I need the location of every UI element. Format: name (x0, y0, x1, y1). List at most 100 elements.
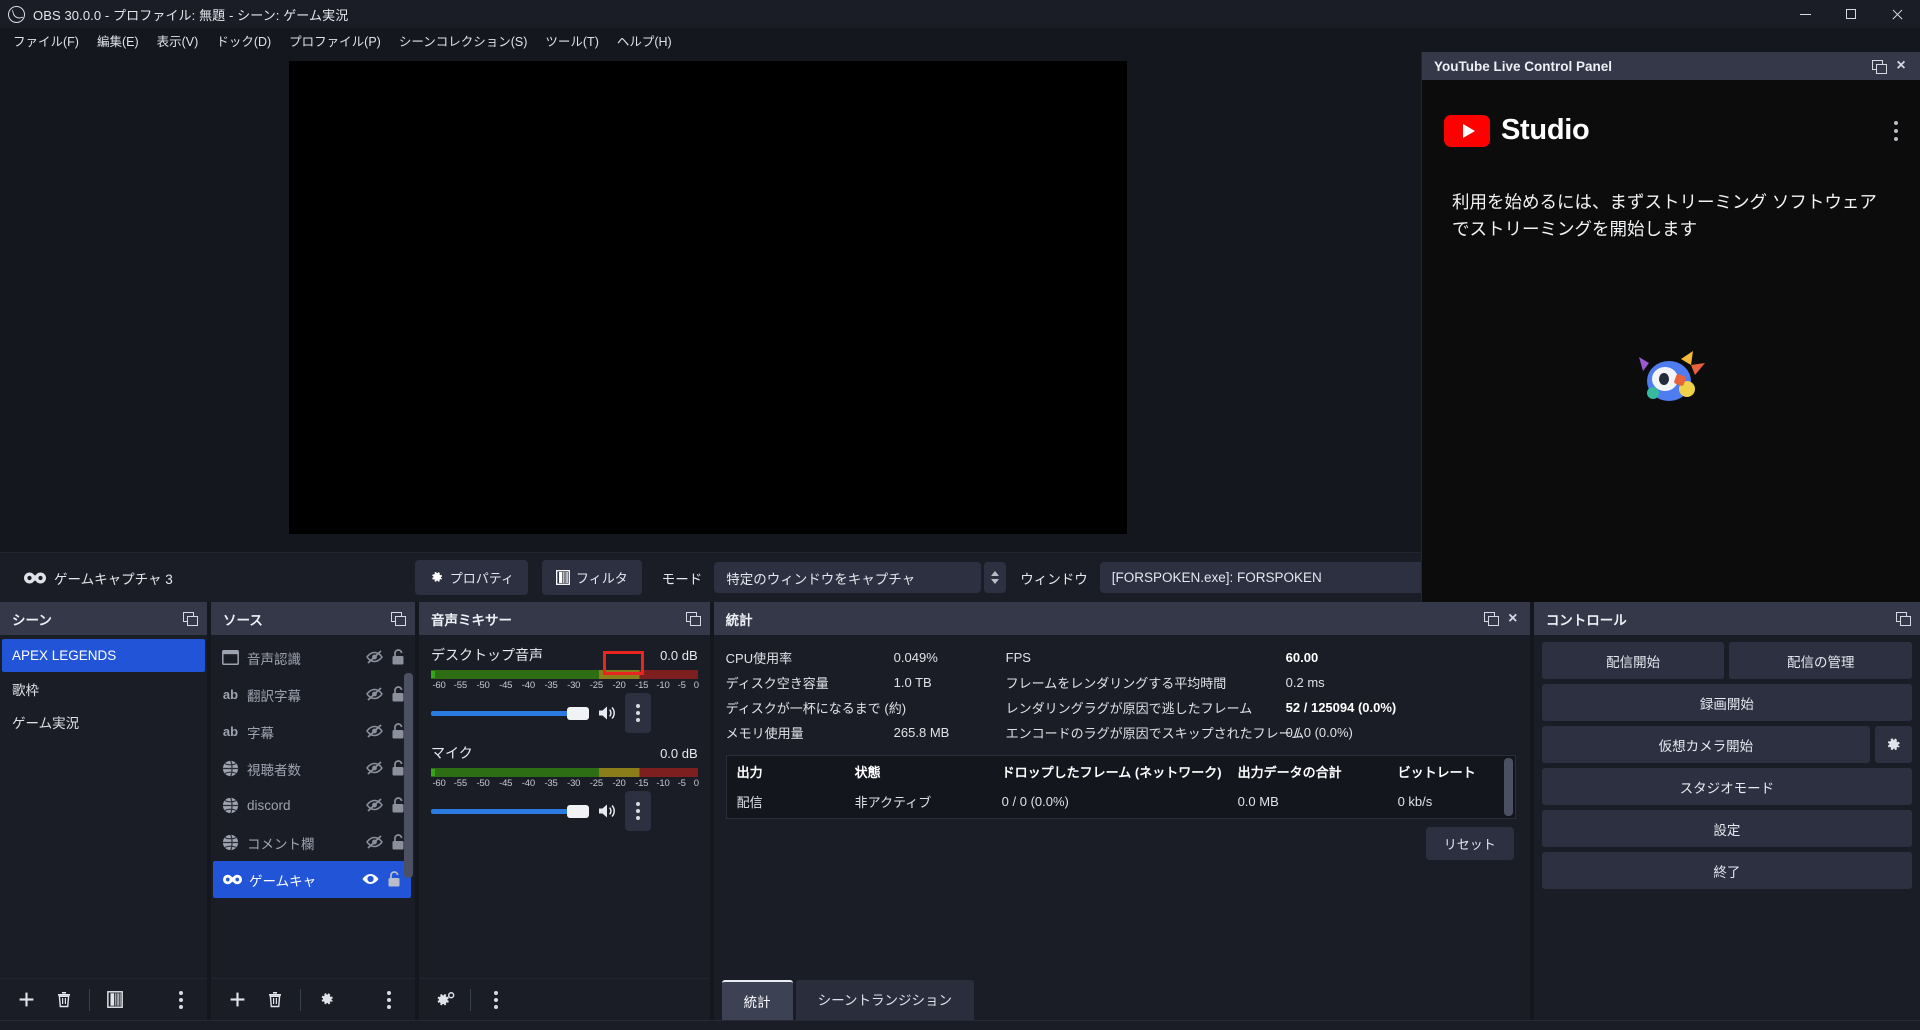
scene-filters-button[interactable] (97, 985, 133, 1015)
properties-button[interactable]: プロパティ (414, 560, 528, 595)
audio-advanced-properties-button[interactable] (427, 985, 463, 1015)
visibility-toggle-hidden-icon[interactable] (365, 649, 384, 667)
add-scene-button[interactable] (8, 985, 44, 1015)
table-row[interactable]: 録画 非アクティブ 0.0 MB 0 kb/s (727, 816, 1515, 818)
menu-file[interactable]: ファイル(F) (4, 28, 88, 53)
manage-broadcast-button[interactable]: 配信の管理 (1729, 642, 1912, 679)
scenes-dock-float-button[interactable] (179, 608, 201, 630)
tick: -60 (432, 680, 446, 691)
start-recording-button[interactable]: 録画開始 (1541, 684, 1912, 721)
stats-dock-close-button[interactable]: × (1502, 608, 1524, 630)
maximize-button[interactable] (1828, 0, 1874, 28)
mode-spinner[interactable] (984, 562, 1007, 593)
tab-stats[interactable]: 統計 (721, 980, 793, 1020)
status-bar: 00:00:00 00:00:00 CPU: 0.1% 60.00 / 60.0… (0, 1020, 1920, 1030)
start-virtual-camera-button[interactable]: 仮想カメラ開始 (1541, 726, 1870, 763)
close-icon: × (1508, 609, 1518, 627)
start-streaming-button[interactable]: 配信開始 (1541, 642, 1725, 679)
visibility-toggle-hidden-icon[interactable] (365, 797, 384, 815)
slider-handle[interactable] (567, 805, 590, 818)
mode-combobox[interactable]: 特定のウィンドウをキャプチャ (714, 562, 982, 593)
source-item[interactable]: 視聴者数 (211, 750, 415, 787)
tick: -35 (544, 680, 558, 691)
youtube-dock-body: Studio 利用を始めるには、まずストリーミング ソフトウェアでストリーミング… (1422, 80, 1920, 602)
source-item[interactable]: ゲームキャ (213, 861, 412, 898)
youtube-dock-close-button[interactable]: × (1890, 55, 1912, 77)
visibility-toggle-hidden-icon[interactable] (365, 723, 384, 741)
table-row[interactable]: 配信 非アクティブ 0 / 0 (0.0%) 0.0 MB 0 kb/s (727, 787, 1515, 816)
mixer-dock-titlebar: 音声ミキサー (419, 602, 710, 635)
menu-scene-collection[interactable]: シーンコレクション(S) (390, 28, 537, 53)
chevron-down-icon (991, 579, 1000, 584)
speaker-icon[interactable] (597, 802, 617, 820)
mixer-track-options-button[interactable] (625, 693, 652, 733)
source-item[interactable]: 音声認識 (211, 639, 415, 676)
scenes-more-button[interactable] (163, 985, 199, 1015)
source-label: ゲームキャ (249, 873, 317, 889)
preview-canvas[interactable] (289, 61, 1127, 534)
minimize-button[interactable] (1782, 0, 1828, 28)
stats-dock-float-button[interactable] (1480, 608, 1502, 630)
youtube-dock-float-button[interactable] (1868, 55, 1890, 77)
browser-icon (221, 834, 240, 851)
plus-icon (230, 992, 244, 1007)
youtube-instruction-text: 利用を始めるには、まずストリーミング ソフトウェアでストリーミングを開始します (1452, 192, 1877, 240)
menu-edit[interactable]: 編集(E) (88, 28, 148, 53)
sources-dock-float-button[interactable] (387, 608, 409, 630)
menu-profile[interactable]: プロファイル(P) (280, 28, 390, 53)
menu-view[interactable]: 表示(V) (148, 28, 208, 53)
source-item[interactable]: コメント欄 (211, 824, 415, 861)
scenes-dock-titlebar: シーン (0, 602, 208, 635)
scene-item[interactable]: 歌枠 (2, 672, 205, 705)
sources-list[interactable]: 音声認識 ab 翻訳字幕 ab 字幕 視聴者数 discord コメント欄 ゲー… (211, 635, 415, 978)
menu-tools[interactable]: ツール(T) (536, 28, 607, 53)
slider-handle[interactable] (567, 707, 590, 720)
visibility-toggle-hidden-icon[interactable] (365, 834, 384, 852)
mixer-dock-float-button[interactable] (682, 608, 704, 630)
remove-source-button[interactable] (257, 985, 293, 1015)
scenes-list[interactable]: APEX LEGENDS 歌枠 ゲーム実況 (0, 635, 207, 978)
toolbar-divider (470, 988, 472, 1011)
mixer-more-button[interactable] (478, 985, 514, 1015)
source-item[interactable]: ab 字幕 (211, 713, 415, 750)
mixer-toolbar (419, 978, 710, 1020)
mixer-track-db: 0.0 dB (660, 648, 698, 663)
sources-more-button[interactable] (371, 985, 407, 1015)
tick: -50 (476, 778, 490, 789)
browser-icon (221, 760, 240, 777)
mixer-volume-slider[interactable] (431, 791, 698, 831)
scene-item[interactable]: ゲーム実況 (2, 705, 205, 738)
close-button[interactable] (1874, 0, 1920, 28)
visibility-toggle-visible-icon[interactable] (361, 871, 380, 889)
tab-scene-transitions[interactable]: シーントランジション (795, 980, 974, 1020)
tick: -45 (499, 778, 513, 789)
reset-stats-button[interactable]: リセット (1425, 827, 1514, 860)
scene-item[interactable]: APEX LEGENDS (2, 639, 206, 672)
stats-table-scrollbar[interactable] (1503, 758, 1513, 816)
menu-docks[interactable]: ドック(D) (207, 28, 280, 53)
remove-scene-button[interactable] (46, 985, 82, 1015)
source-item[interactable]: ab 翻訳字幕 (211, 676, 415, 713)
mixer-track-options-button[interactable] (625, 791, 652, 831)
studio-mode-button[interactable]: スタジオモード (1541, 768, 1912, 805)
cell-output: 配信 (736, 795, 763, 810)
add-source-button[interactable] (219, 985, 255, 1015)
float-window-icon (183, 612, 199, 626)
source-item[interactable]: discord (211, 787, 415, 824)
visibility-toggle-hidden-icon[interactable] (365, 760, 384, 778)
mixer-volume-slider[interactable] (431, 693, 698, 733)
visibility-toggle-hidden-icon[interactable] (365, 686, 384, 704)
lock-toggle-unlocked-icon[interactable] (391, 648, 410, 667)
minimize-icon (1799, 13, 1811, 15)
settings-button[interactable]: 設定 (1541, 810, 1912, 847)
virtual-camera-settings-button[interactable] (1874, 726, 1912, 763)
sources-scrollbar[interactable] (404, 673, 414, 878)
table-header-row: 出力 状態 ドロップしたフレーム (ネットワーク) 出力データの合計 ビットレー… (727, 756, 1515, 787)
filters-button[interactable]: フィルタ (541, 560, 642, 595)
youtube-more-options-button[interactable] (1894, 120, 1898, 141)
controls-dock-float-button[interactable] (1892, 608, 1914, 630)
menu-help[interactable]: ヘルプ(H) (608, 28, 681, 53)
exit-button[interactable]: 終了 (1541, 852, 1912, 889)
speaker-icon[interactable] (597, 704, 617, 722)
source-properties-button[interactable] (308, 985, 344, 1015)
